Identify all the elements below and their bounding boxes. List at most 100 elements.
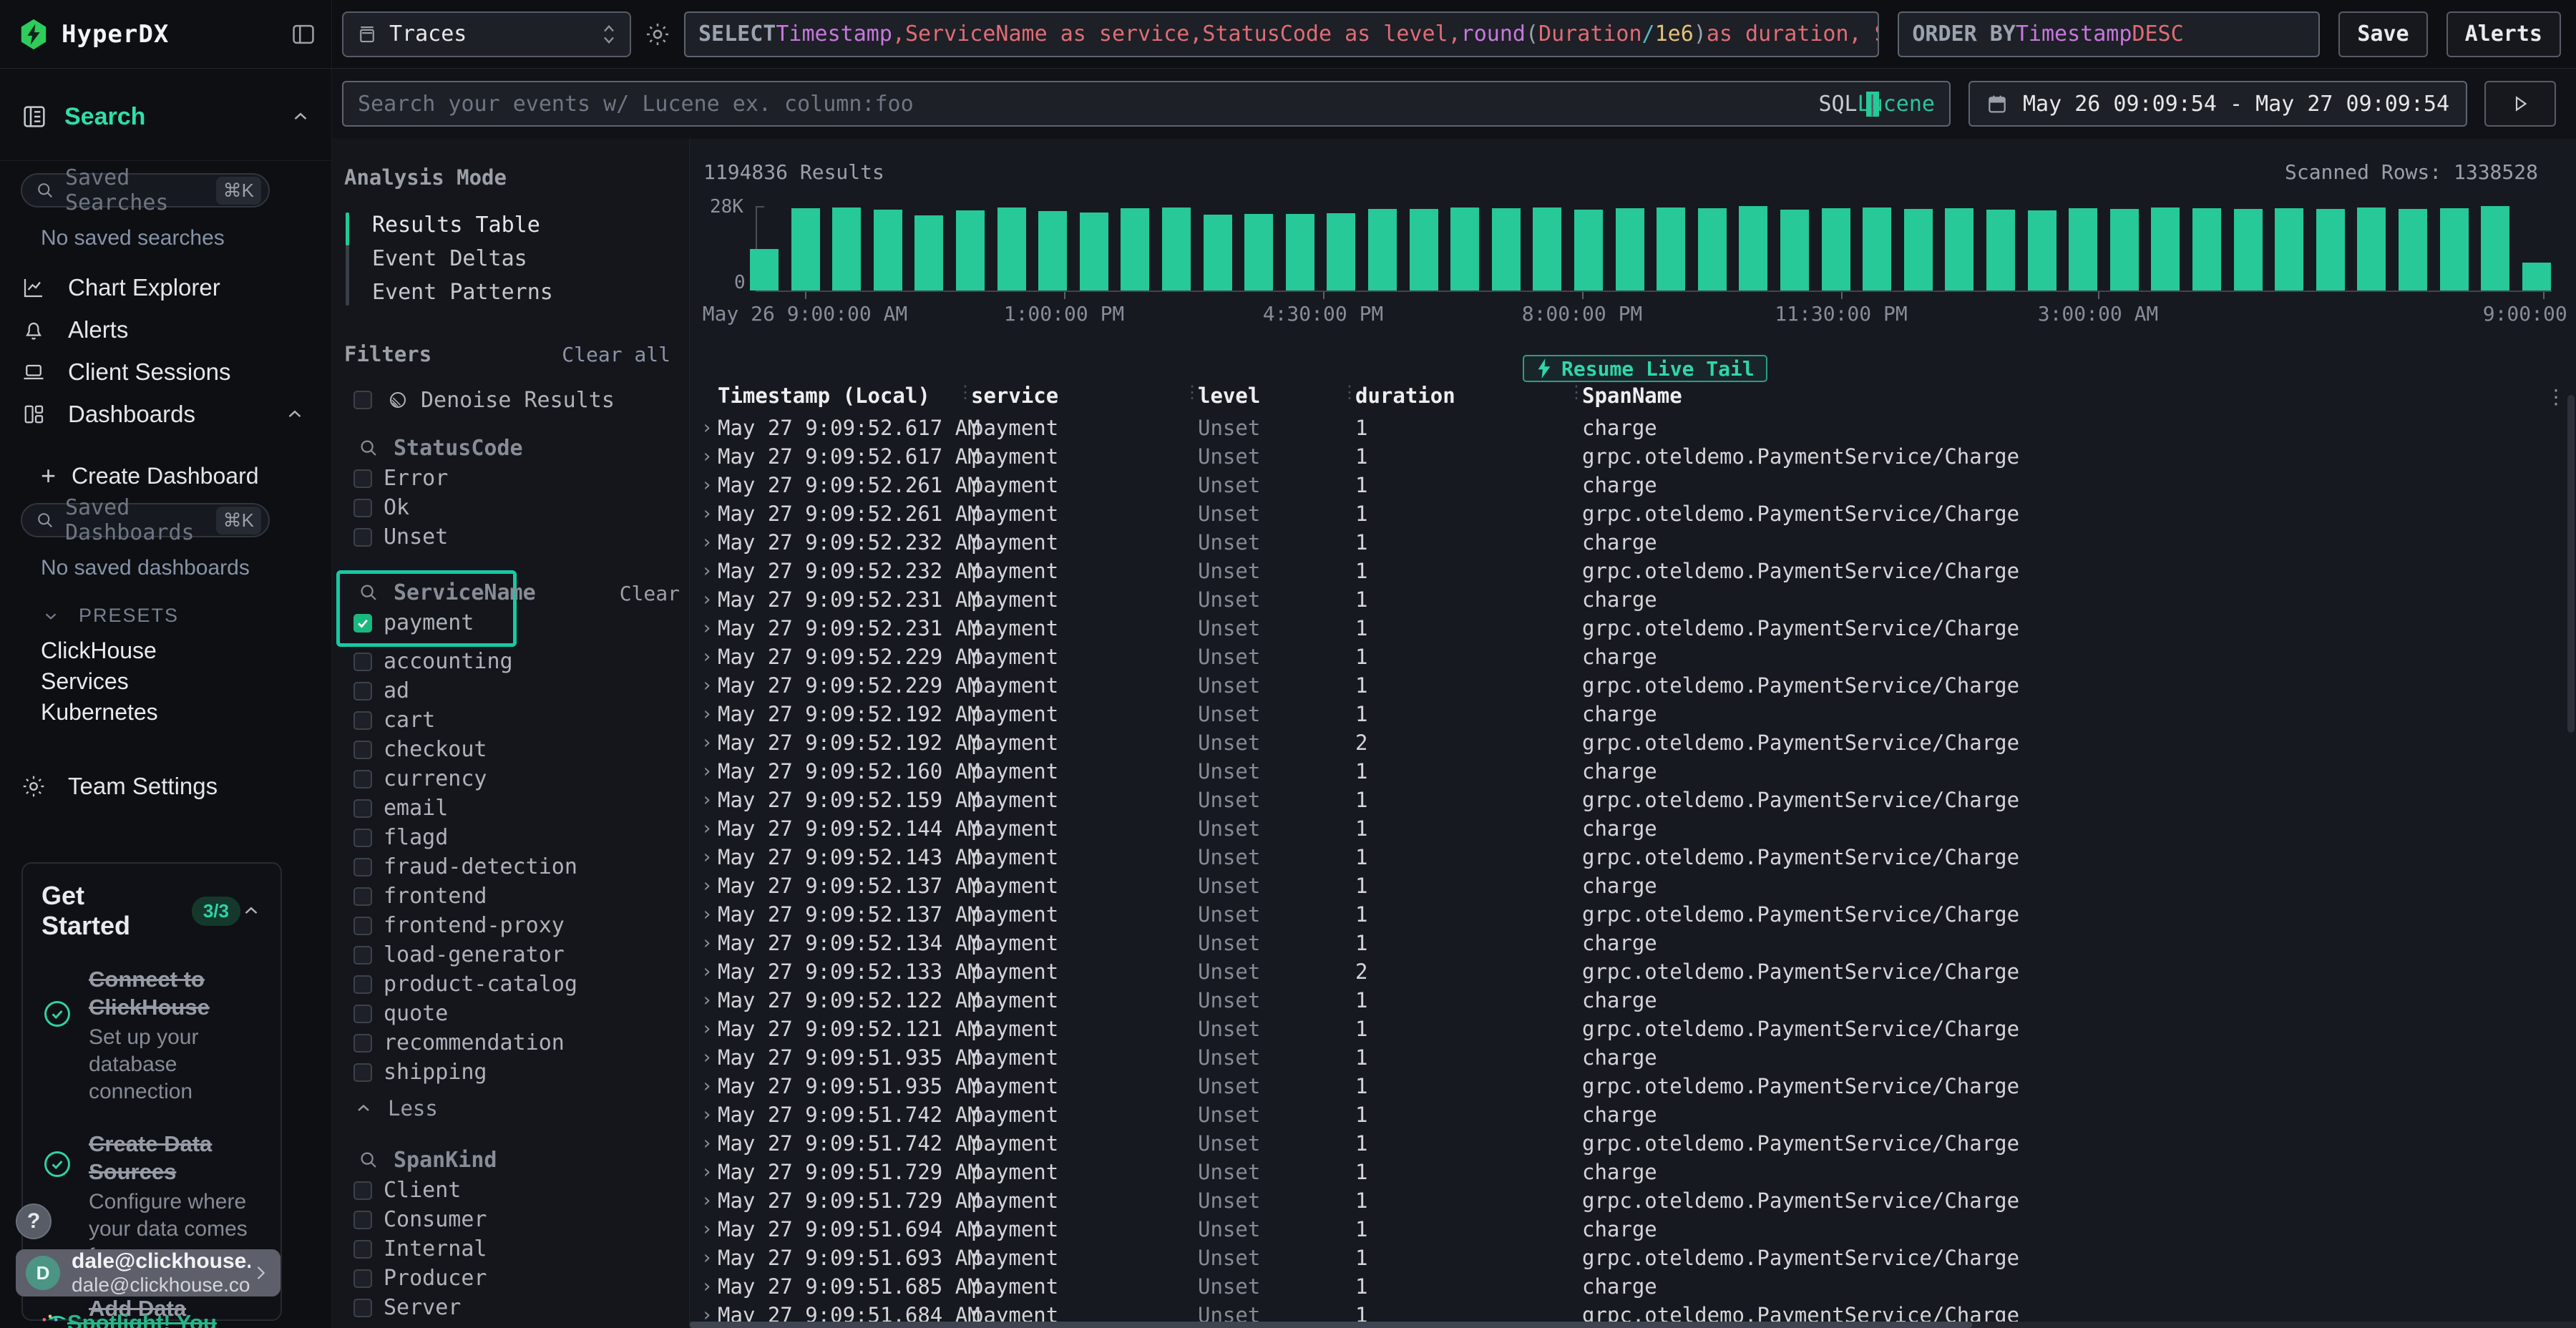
order-by-editor[interactable]: ORDER BY Timestamp DESC xyxy=(1898,11,2320,57)
histogram-bar[interactable] xyxy=(1822,208,1850,290)
row-expand-icon[interactable]: › xyxy=(701,904,718,925)
row-expand-icon[interactable]: › xyxy=(701,1161,718,1183)
search-icon[interactable] xyxy=(358,582,379,603)
row-expand-icon[interactable]: › xyxy=(701,589,718,610)
table-row[interactable]: ›May 27 9:09:52.159 AMpaymentUnset1grpc.… xyxy=(690,786,2576,814)
sidebar-item-team-settings[interactable]: Team Settings xyxy=(0,765,331,807)
histogram-bar[interactable] xyxy=(1533,208,1561,290)
table-row[interactable]: ›May 27 9:09:52.192 AMpaymentUnset2grpc.… xyxy=(690,728,2576,757)
language-toggle[interactable]: SQL|Lucene xyxy=(1818,92,1935,117)
histogram-bar[interactable] xyxy=(956,210,985,290)
filter-option-flagd[interactable]: flagd xyxy=(332,823,689,852)
sidebar-item-alerts[interactable]: Alerts xyxy=(0,308,331,351)
histogram-bar[interactable] xyxy=(1698,208,1727,290)
row-expand-icon[interactable]: › xyxy=(701,932,718,954)
filter-option-unset[interactable]: Unset xyxy=(332,522,689,552)
run-query-button[interactable] xyxy=(2484,81,2556,127)
saved-dashboards-input[interactable]: Saved Dashboards ⌘K xyxy=(21,503,270,537)
filter-option-currency[interactable]: currency xyxy=(332,764,689,794)
preset-services[interactable]: Services xyxy=(41,666,331,697)
row-expand-icon[interactable]: › xyxy=(701,560,718,582)
user-menu[interactable]: D dale@clickhouse.com dale@clickhouse.co… xyxy=(16,1249,280,1297)
collapse-sidebar-icon[interactable] xyxy=(290,21,317,48)
sidebar-item-search[interactable]: Search xyxy=(20,100,311,133)
saved-searches-input[interactable]: Saved Searches ⌘K xyxy=(21,173,270,208)
filter-option-accounting[interactable]: accounting xyxy=(332,647,689,676)
row-expand-icon[interactable]: › xyxy=(701,846,718,868)
histogram-bar[interactable] xyxy=(1080,213,1108,290)
analysis-mode-results-table[interactable]: Results Table xyxy=(346,208,689,242)
histogram-bar[interactable] xyxy=(791,208,820,290)
save-button[interactable]: Save xyxy=(2338,11,2427,57)
histogram-bar[interactable] xyxy=(2399,209,2427,290)
filter-option-frontend[interactable]: frontend xyxy=(332,882,689,911)
column-handle-icon[interactable]: ⋮ xyxy=(1184,382,1201,402)
table-row[interactable]: ›May 27 9:09:52.232 AMpaymentUnset1charg… xyxy=(690,528,2576,557)
histogram-bar[interactable] xyxy=(2028,210,2057,290)
row-expand-icon[interactable]: › xyxy=(701,532,718,553)
column-handle-icon[interactable]: ⋮ xyxy=(1568,382,1585,402)
chevron-up-icon[interactable] xyxy=(240,900,262,922)
histogram-bar[interactable] xyxy=(1410,209,1438,290)
analysis-mode-event-deltas[interactable]: Event Deltas xyxy=(346,242,689,275)
histogram-bar[interactable] xyxy=(1657,208,1685,290)
table-row[interactable]: ›May 27 9:09:51.742 AMpaymentUnset1grpc.… xyxy=(690,1129,2576,1158)
filter-option-shipping[interactable]: shipping xyxy=(332,1058,689,1087)
row-expand-icon[interactable]: › xyxy=(701,732,718,753)
table-row[interactable]: ›May 27 9:09:52.229 AMpaymentUnset1charg… xyxy=(690,643,2576,671)
table-row[interactable]: ›May 27 9:09:51.729 AMpaymentUnset1charg… xyxy=(690,1158,2576,1186)
filter-option-server[interactable]: Server xyxy=(332,1293,689,1322)
histogram-bar[interactable] xyxy=(1327,213,1355,290)
column-spanname[interactable]: ⋮SpanName xyxy=(1582,384,2576,408)
resume-live-tail-button[interactable]: Resume Live Tail xyxy=(1523,355,1767,382)
row-expand-icon[interactable]: › xyxy=(701,1219,718,1240)
histogram-bar[interactable] xyxy=(1574,210,1603,290)
histogram-bar[interactable] xyxy=(2110,209,2139,290)
table-row[interactable]: ›May 27 9:09:52.617 AMpaymentUnset1charg… xyxy=(690,414,2576,442)
table-row[interactable]: ›May 27 9:09:51.935 AMpaymentUnset1charg… xyxy=(690,1043,2576,1072)
sidebar-item-chart-explorer[interactable]: Chart Explorer xyxy=(0,266,331,308)
histogram-bar[interactable] xyxy=(2481,206,2509,290)
row-expand-icon[interactable]: › xyxy=(701,617,718,639)
column-duration[interactable]: ⋮duration xyxy=(1355,384,1582,408)
histogram-bar[interactable] xyxy=(1945,208,1974,290)
filter-option-cart[interactable]: cart xyxy=(332,706,689,735)
histogram-bar[interactable] xyxy=(750,249,779,290)
analysis-mode-event-patterns[interactable]: Event Patterns xyxy=(346,275,689,309)
histogram-bar[interactable] xyxy=(1616,208,1644,290)
table-row[interactable]: ›May 27 9:09:52.143 AMpaymentUnset1grpc.… xyxy=(690,843,2576,872)
filter-option-producer[interactable]: Producer xyxy=(332,1264,689,1293)
table-row[interactable]: ›May 27 9:09:51.742 AMpaymentUnset1charg… xyxy=(690,1100,2576,1129)
column-handle-icon[interactable]: ⋮ xyxy=(957,382,974,402)
source-settings-gear-icon[interactable] xyxy=(644,21,673,48)
row-expand-icon[interactable]: › xyxy=(701,875,718,897)
histogram-bar[interactable] xyxy=(2522,263,2551,290)
table-row[interactable]: ›May 27 9:09:52.229 AMpaymentUnset1grpc.… xyxy=(690,671,2576,700)
row-expand-icon[interactable]: › xyxy=(701,503,718,524)
date-range-picker[interactable]: May 26 09:09:54 - May 27 09:09:54 xyxy=(1968,81,2467,127)
histogram-bar[interactable] xyxy=(1904,209,1933,290)
histogram-bar[interactable] xyxy=(2069,208,2097,290)
sidebar-item-client-sessions[interactable]: Client Sessions xyxy=(0,351,331,393)
filter-option-consumer[interactable]: Consumer xyxy=(332,1205,689,1234)
filter-option-quote[interactable]: quote xyxy=(332,999,689,1028)
table-options-icon[interactable]: ⋮ xyxy=(2546,385,2566,409)
filter-option-error[interactable]: Error xyxy=(332,464,689,493)
row-expand-icon[interactable]: › xyxy=(701,990,718,1011)
histogram-bar[interactable] xyxy=(2192,208,2221,290)
filter-option-internal[interactable]: Internal xyxy=(332,1234,689,1264)
histogram-bar[interactable] xyxy=(2234,209,2263,290)
filter-option-fraud-detection[interactable]: fraud-detection xyxy=(332,852,689,882)
sidebar-item-dashboards[interactable]: Dashboards xyxy=(0,393,331,435)
row-expand-icon[interactable]: › xyxy=(701,818,718,839)
row-expand-icon[interactable]: › xyxy=(701,1018,718,1040)
row-expand-icon[interactable]: › xyxy=(701,1247,718,1269)
row-expand-icon[interactable]: › xyxy=(701,789,718,811)
table-row[interactable]: ›May 27 9:09:52.232 AMpaymentUnset1grpc.… xyxy=(690,557,2576,585)
column-level[interactable]: ⋮level xyxy=(1198,384,1355,408)
table-row[interactable]: ›May 27 9:09:52.122 AMpaymentUnset1charg… xyxy=(690,986,2576,1015)
table-row[interactable]: ›May 27 9:09:52.261 AMpaymentUnset1charg… xyxy=(690,471,2576,499)
create-dashboard-button[interactable]: + Create Dashboard xyxy=(41,461,331,491)
search-icon[interactable] xyxy=(358,437,379,459)
row-expand-icon[interactable]: › xyxy=(701,703,718,725)
